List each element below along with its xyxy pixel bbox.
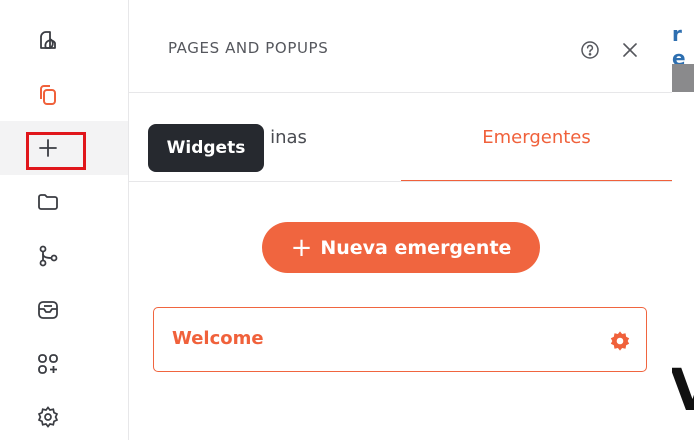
widgets-tooltip: Widgets [148, 124, 264, 172]
tabs-divider [129, 181, 672, 182]
panel-header: PAGES AND POPUPS [129, 0, 672, 93]
background-text: r e [672, 22, 686, 70]
folder-icon [38, 194, 58, 210]
help-icon[interactable] [580, 40, 600, 60]
pages-popups-panel: PAGES AND POPUPS inas Emergentes [129, 0, 672, 440]
popup-list-item[interactable]: Welcome [153, 307, 647, 372]
sidebar-item-apps[interactable] [0, 337, 128, 391]
new-popup-label: Nueva emergente [320, 236, 512, 259]
widgets-highlight-box [26, 132, 86, 170]
copy-icon [40, 85, 56, 105]
sidebar-item-layers[interactable] [0, 14, 128, 68]
tab-popups[interactable]: Emergentes [401, 92, 672, 182]
plus-icon: + [290, 232, 313, 263]
close-icon[interactable] [622, 42, 638, 58]
layers-icon [40, 31, 56, 49]
apps-add-icon [38, 354, 58, 374]
gear-icon [37, 406, 59, 428]
panel-title: PAGES AND POPUPS [168, 39, 329, 57]
sidebar-item-files[interactable] [0, 175, 128, 229]
sidebar-item-media[interactable] [0, 283, 128, 337]
tab-popups-label: Emergentes [482, 126, 591, 148]
new-popup-button[interactable]: + Nueva emergente [262, 222, 540, 273]
background-bar [672, 64, 694, 92]
gear-icon[interactable] [609, 330, 631, 352]
background-big-letter: V [672, 356, 694, 424]
popup-item-name: Welcome [172, 328, 264, 349]
flow-icon [39, 245, 58, 267]
sidebar-item-pages[interactable] [0, 68, 128, 122]
sidebar-item-settings[interactable] [0, 390, 128, 444]
tab-pages-label: inas [270, 126, 307, 148]
sidebar-item-flow[interactable] [0, 229, 128, 283]
background-page-strip: r e V [672, 0, 694, 440]
left-icon-rail [0, 0, 129, 440]
media-icon [38, 301, 58, 319]
